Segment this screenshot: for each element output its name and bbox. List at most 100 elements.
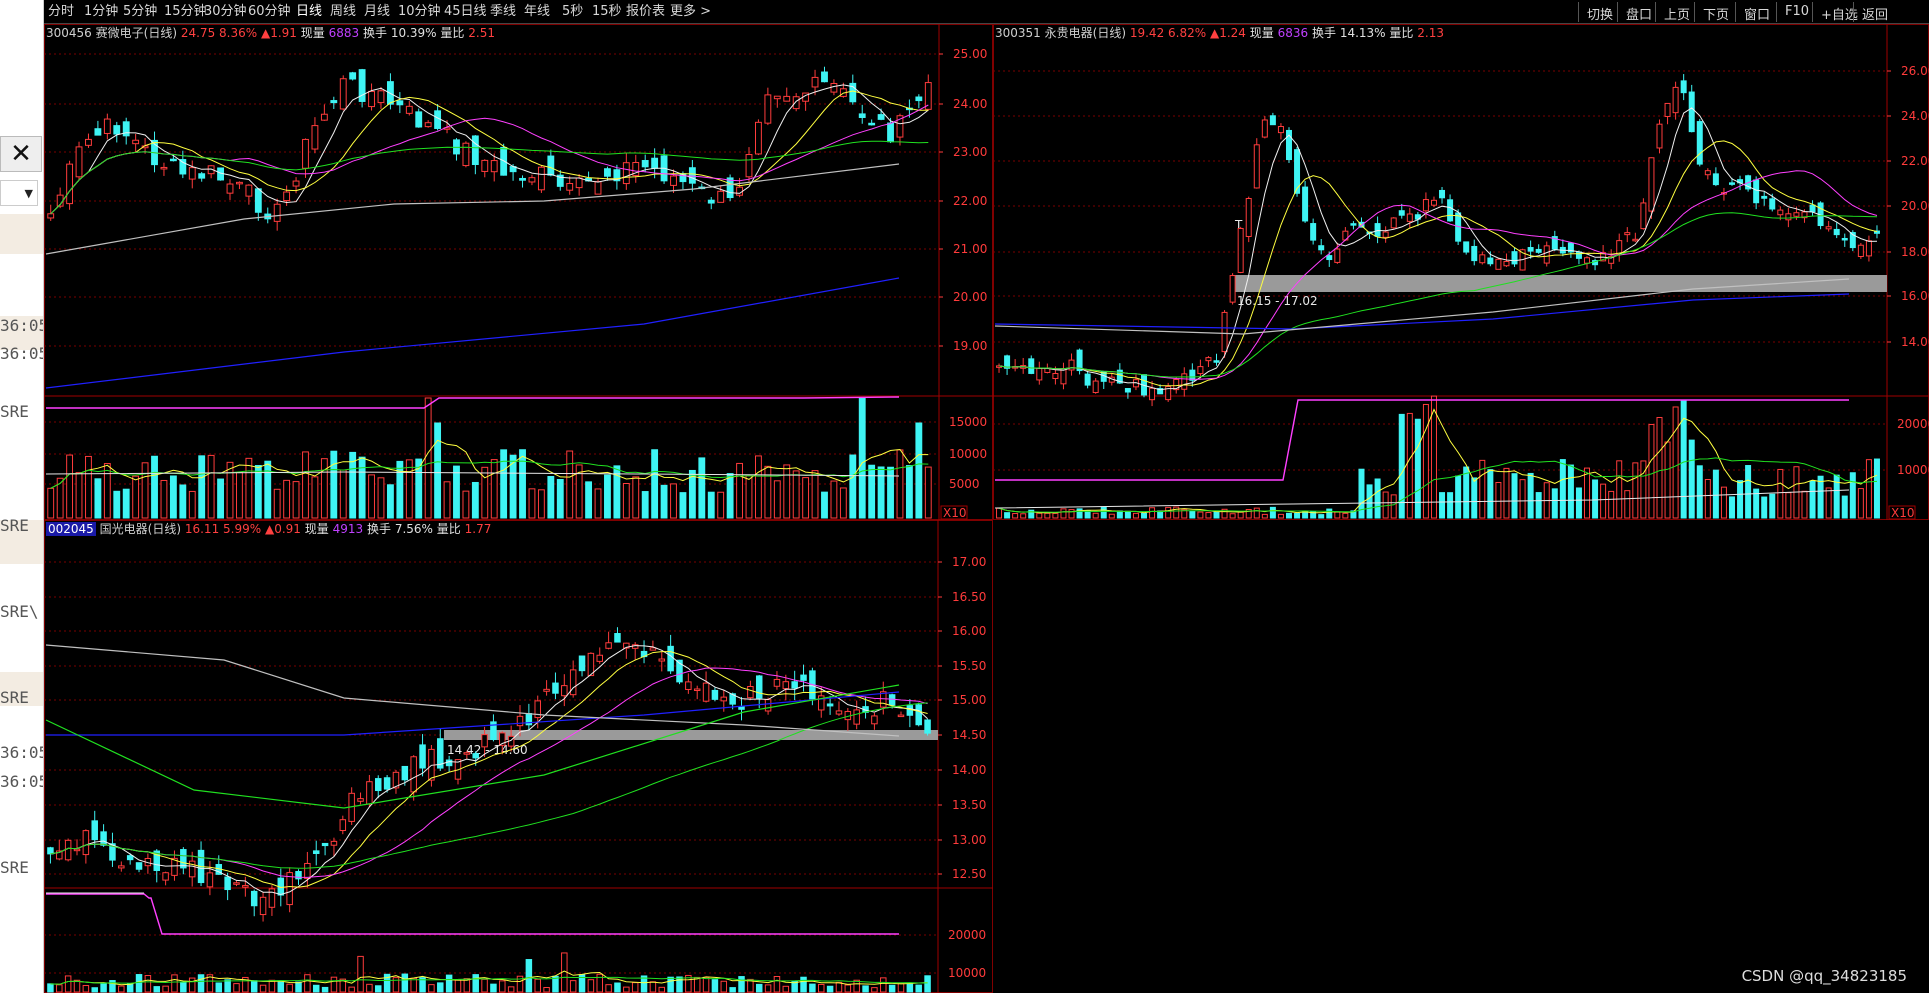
quote-header: 300456 赛微电子(日线) 24.75 8.36% ▲1.91 现量 688… [46, 26, 495, 41]
chart-panel-300351[interactable]: 26.00 24.00 22.00 20.00 18.00 16.00 14.00 20000… [993, 24, 1929, 520]
vol-unit-label: X10 [1891, 506, 1915, 520]
period-tab[interactable]: 15秒 [592, 4, 622, 20]
volume-bar [507, 986, 515, 993]
period-tab[interactable]: 45日线 [444, 4, 487, 20]
volume-bar [1358, 468, 1365, 519]
period-tab[interactable]: 报价表 [626, 4, 665, 20]
toolbar-button[interactable]: 窗口 [1735, 2, 1778, 23]
volume-bar [888, 984, 896, 993]
volume-bar [1648, 423, 1655, 519]
candle-body [1382, 231, 1389, 238]
vol-tick-label: 15000 [949, 415, 987, 429]
volume-bars [47, 397, 932, 519]
toolbar-button[interactable]: 下页 [1694, 2, 1737, 23]
volume-bar [996, 507, 1003, 519]
volume-bar [1737, 480, 1744, 519]
period-tab[interactable]: 季线 [490, 4, 516, 20]
volume-bar [698, 457, 706, 519]
period-tab[interactable]: 年线 [524, 4, 550, 20]
vol-baseline-line [994, 489, 1850, 509]
period-tab[interactable]: 30分钟 [204, 4, 247, 20]
volume-bar [1849, 472, 1856, 519]
toolbar-button[interactable]: 切换 [1578, 2, 1621, 23]
chart-panel-002045[interactable]: 17.00 16.50 16.00 15.50 15.00 14.50 14.00 13.50… [44, 520, 993, 993]
volume-bar [844, 984, 852, 993]
candle-body [1197, 366, 1204, 375]
period-tab[interactable]: 月线 [364, 4, 390, 20]
ma120-line [45, 644, 900, 737]
empty-chart-panel[interactable] [993, 520, 1929, 993]
volume-bar [377, 477, 385, 519]
volume-bar [1785, 492, 1792, 519]
toolbar-button[interactable]: 上页 [1655, 2, 1698, 23]
volume-bar [1390, 494, 1397, 519]
toolbar-button[interactable]: 盘口 [1617, 2, 1660, 23]
volume-bar [651, 449, 659, 519]
kline-chart-svg: 25.00 24.00 23.00 22.00 21.00 20.00 19.00 15000… [44, 24, 993, 520]
volume-bar [826, 985, 834, 993]
period-tab[interactable]: 分时 [48, 4, 74, 20]
period-tab[interactable]: 5秒 [562, 4, 583, 20]
dropdown-chevron-icon[interactable]: ▼ [0, 180, 38, 206]
candle-body [1825, 226, 1832, 230]
period-tab[interactable]: 更多 > [670, 4, 711, 20]
volume-bar [1366, 484, 1373, 519]
volume-bar [1624, 490, 1631, 519]
volume-bar [605, 984, 612, 993]
candle-body [401, 765, 409, 781]
volume-bar [100, 982, 107, 993]
vol-label: 现量 [1249, 26, 1274, 40]
candle-body [622, 162, 630, 185]
volume-bar [1012, 513, 1019, 519]
candle-body [304, 862, 311, 879]
period-tab[interactable]: 15分钟 [164, 4, 207, 20]
volume-bar [670, 483, 677, 519]
volume-bar [283, 479, 291, 519]
candle-body [94, 128, 102, 136]
candle-body [764, 699, 772, 712]
volume-bar [736, 462, 743, 519]
candle-body [259, 896, 267, 916]
vol-step-line [46, 396, 900, 409]
candle-body [1680, 80, 1687, 94]
candle-body [103, 118, 111, 134]
candle-body [330, 100, 338, 104]
candle-body [868, 122, 876, 126]
volume-bar [1761, 496, 1768, 519]
panel-frame [993, 24, 1929, 520]
volume-bar [153, 986, 160, 993]
candle-body [424, 122, 432, 128]
volume-bar [858, 397, 866, 519]
period-tab[interactable]: 60分钟 [248, 4, 291, 20]
chart-panel-300456[interactable]: 25.00 24.00 23.00 22.00 21.00 20.00 19.00 15000… [44, 24, 993, 520]
candle-body [1632, 238, 1639, 242]
ma5-line [998, 107, 1878, 391]
strip-label: SRE\ [0, 602, 39, 621]
vol-value: 4913 [332, 522, 364, 536]
volume-bar [198, 455, 206, 519]
vol-value: 6836 [1277, 26, 1309, 40]
candle-body [1696, 121, 1703, 165]
close-icon[interactable]: ✕ [0, 136, 42, 172]
candle-body [853, 709, 860, 725]
candles [47, 66, 932, 231]
candle-body [330, 840, 338, 846]
toolbar-button[interactable]: 返回 [1853, 2, 1896, 23]
period-tab[interactable]: 5分钟 [123, 4, 157, 20]
candle-body [1511, 251, 1518, 265]
candle-body [1841, 237, 1848, 241]
toolbar-button[interactable]: F10 [1776, 2, 1817, 22]
volume-bar [649, 981, 657, 993]
volume-bar [321, 986, 329, 993]
volume-bar [386, 484, 394, 519]
quote-header: 002045 国光电器(日线) 16.11 5.99% ▲0.91 现量 491… [46, 522, 491, 537]
candle-body [169, 158, 177, 162]
volume-bar [809, 983, 816, 993]
stock-terminal: ✕ ▼ 36:05 36:05 SRE SRE SRE\ SRE 36:05 3… [0, 0, 1929, 993]
volume-bar [1511, 473, 1518, 519]
period-tab[interactable]: 1分钟 [84, 4, 118, 20]
period-tab[interactable]: 10分钟 [398, 4, 441, 20]
period-tab[interactable]: 周线 [330, 4, 356, 20]
period-tab[interactable]: 日线 [296, 4, 322, 20]
volume-bar [91, 987, 98, 993]
